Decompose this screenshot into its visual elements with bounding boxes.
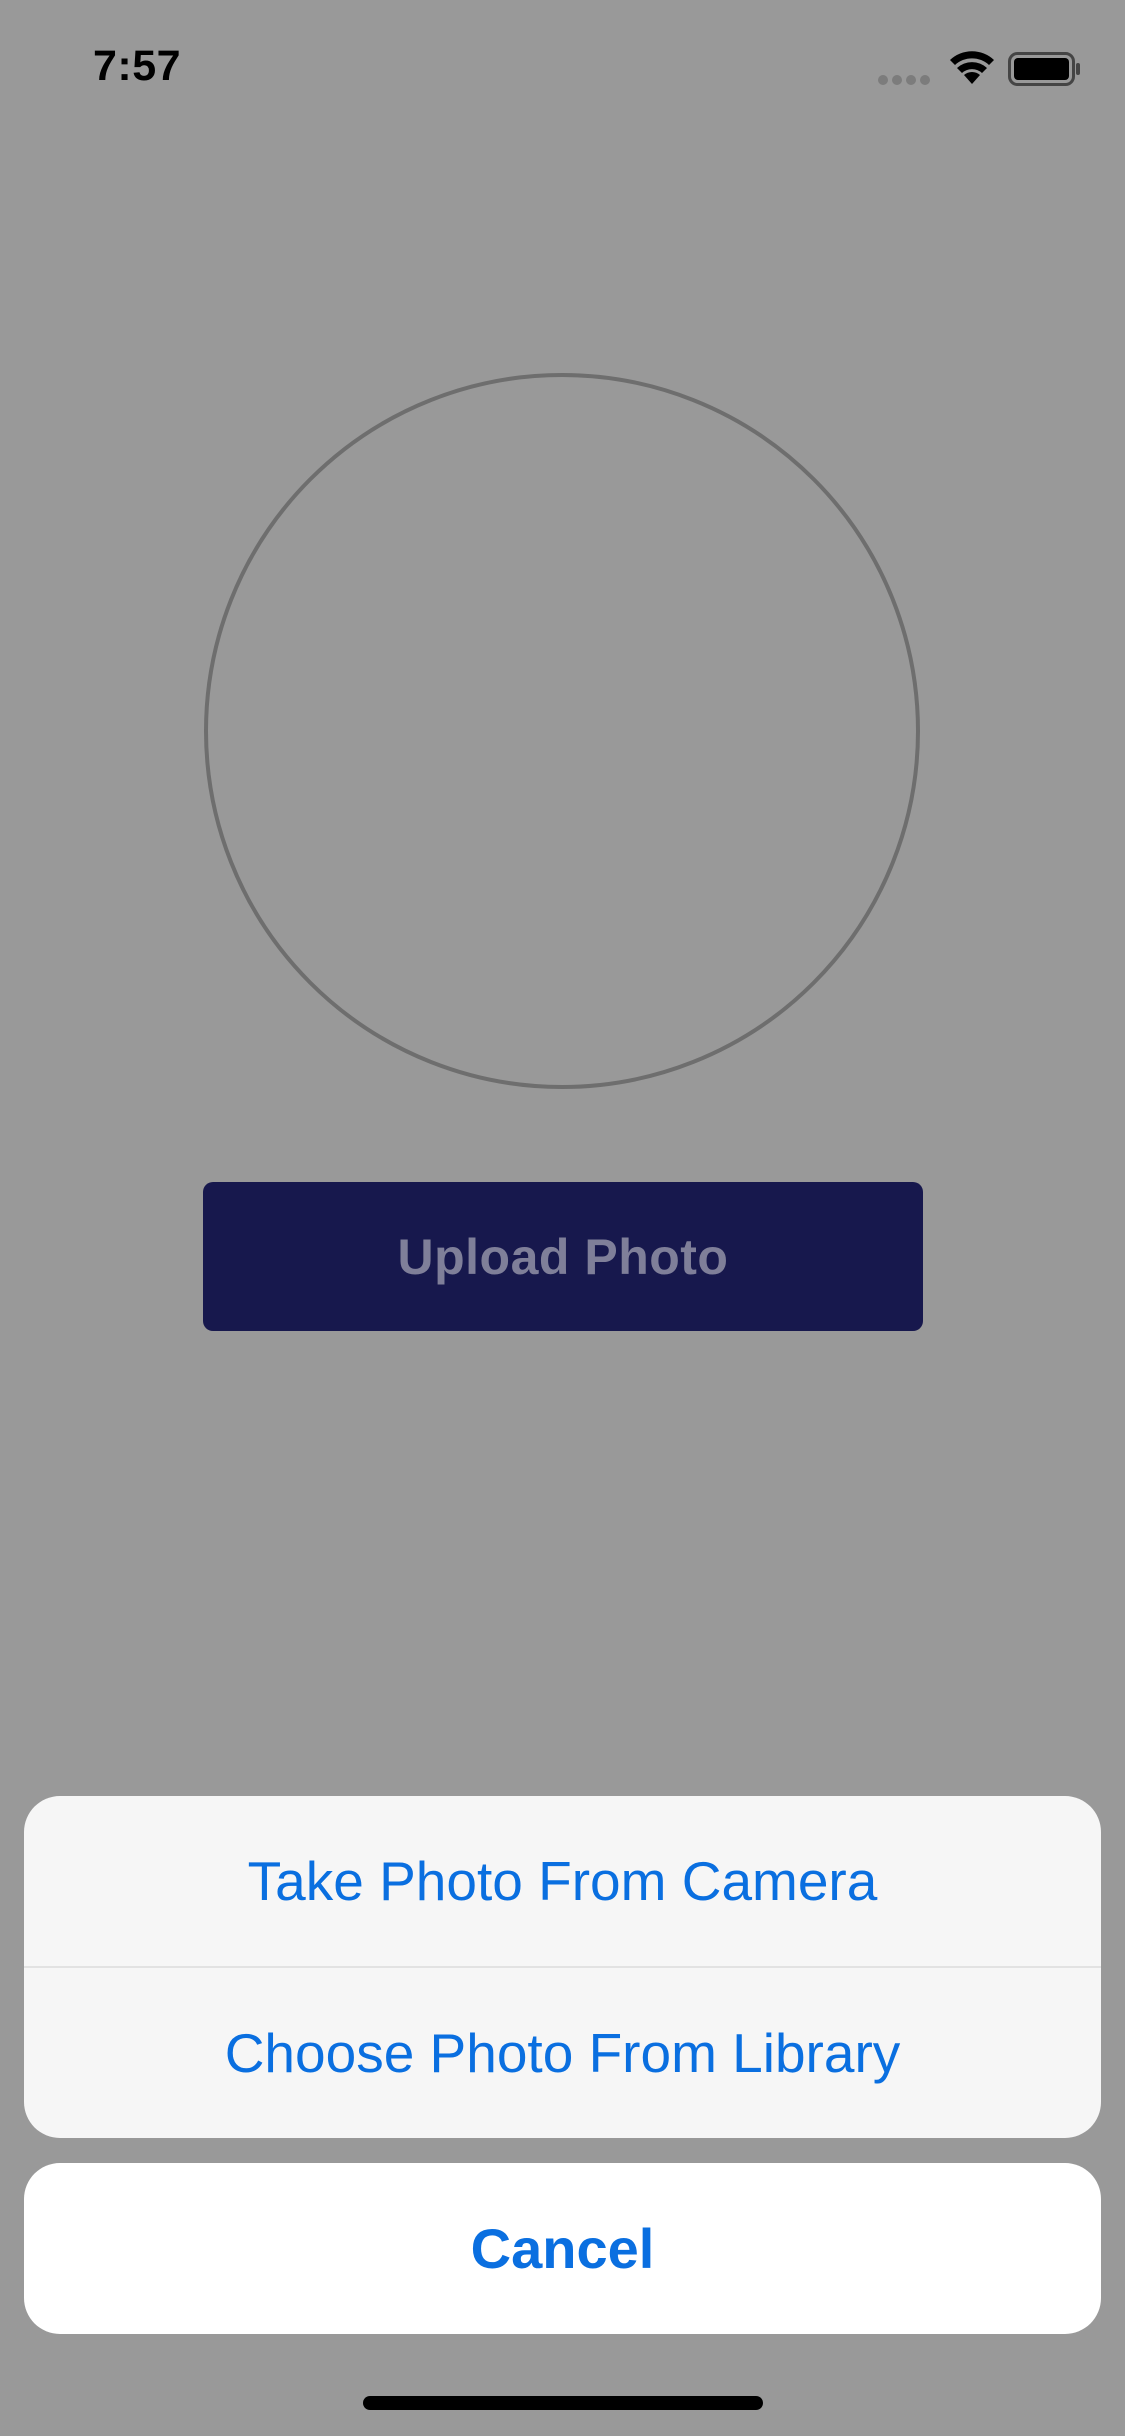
- status-time: 7:57: [93, 42, 182, 90]
- choose-photo-from-library-button[interactable]: Choose Photo From Library: [24, 1968, 1101, 2138]
- battery-icon: [1008, 52, 1080, 86]
- upload-photo-label: Upload Photo: [397, 1228, 729, 1285]
- avatar-placeholder[interactable]: [204, 373, 920, 1089]
- cancel-button[interactable]: Cancel: [24, 2163, 1101, 2334]
- signal-dots-icon: [878, 75, 930, 85]
- status-bar: 7:57: [0, 0, 1125, 132]
- action-sheet-options: Take Photo From Camera Choose Photo From…: [24, 1796, 1101, 2138]
- home-indicator[interactable]: [363, 2396, 763, 2410]
- photo-upload-screen: 7:57 Upload Photo Take Photo From Camera…: [0, 0, 1125, 2436]
- wifi-icon: [950, 51, 994, 84]
- upload-photo-button[interactable]: Upload Photo: [203, 1182, 923, 1331]
- take-photo-from-camera-button[interactable]: Take Photo From Camera: [24, 1796, 1101, 1966]
